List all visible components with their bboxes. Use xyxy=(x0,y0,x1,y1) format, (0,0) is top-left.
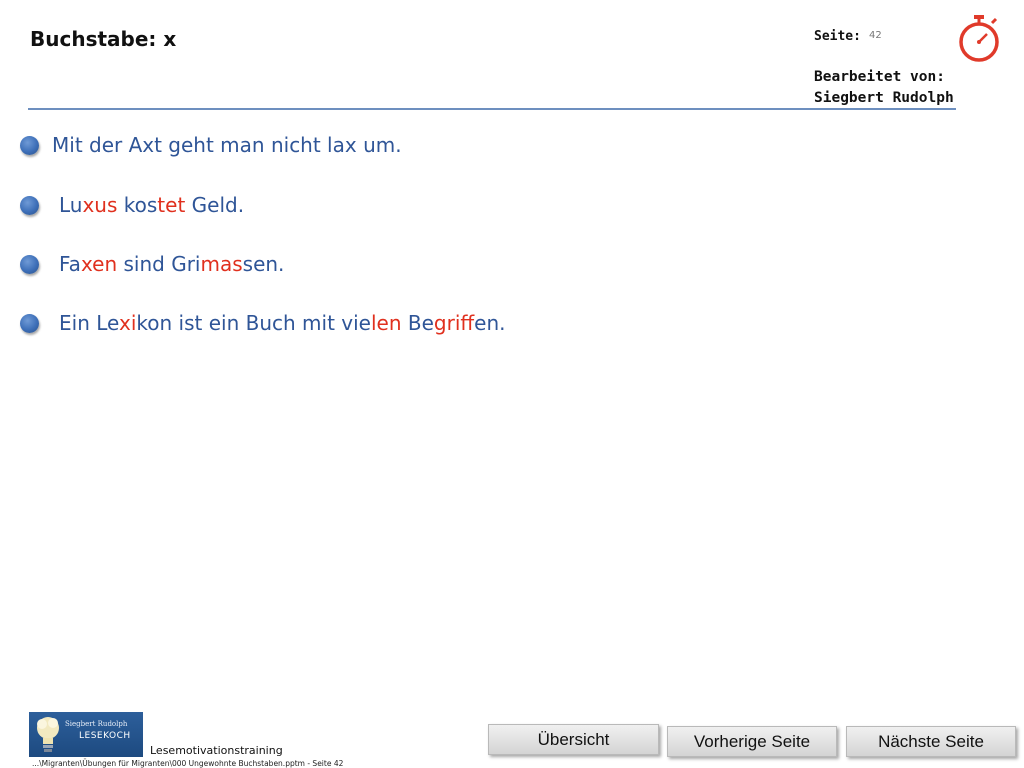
header-divider xyxy=(28,108,956,110)
sentence-text: sind Gri xyxy=(117,252,201,276)
highlighted-syllable: xi xyxy=(118,311,137,335)
sentence-text: Be xyxy=(401,311,434,335)
highlighted-syllable: xen xyxy=(80,252,118,276)
edited-by-label: Bearbeitet von: xyxy=(814,69,945,85)
page-number: 42 xyxy=(869,30,882,41)
sentence-3: Faxen sind Grimassen. xyxy=(59,252,284,276)
stopwatch-icon[interactable] xyxy=(956,14,1002,64)
overview-button[interactable]: Übersicht xyxy=(488,724,659,755)
previous-page-button[interactable]: Vorherige Seite xyxy=(667,726,837,757)
sentence-text: Geld. xyxy=(185,193,245,217)
file-path: ...\Migranten\Übungen für Migranten\000 … xyxy=(32,759,344,768)
list-item: Luxus kostet Geld. xyxy=(20,190,244,220)
sentence-text: kon ist ein Buch mit vie xyxy=(136,311,371,335)
blue-circle-bullet-icon xyxy=(20,313,39,333)
sentence-text: Lu xyxy=(59,193,83,217)
highlighted-syllable: len xyxy=(370,311,402,335)
list-item: Ein Lexikon ist ein Buch mit vielen Begr… xyxy=(20,308,506,338)
sentence-text: fen. xyxy=(474,311,506,335)
sentence-1: Mit der Axt geht man nicht lax um. xyxy=(52,133,402,157)
blue-circle-bullet-icon xyxy=(20,135,39,155)
highlighted-syllable: xus xyxy=(82,193,118,217)
lesekoch-logo: Siegbert Rudolph LESEKOCH xyxy=(29,712,143,757)
training-label: Lesemotivationstraining xyxy=(150,744,283,757)
sentence-text: Fa xyxy=(59,252,81,276)
blue-circle-bullet-icon xyxy=(20,254,39,274)
list-item: Mit der Axt geht man nicht lax um. xyxy=(20,130,402,160)
logo-name: LESEKOCH xyxy=(79,731,131,741)
page-label: Seite: xyxy=(814,29,861,44)
blue-circle-bullet-icon xyxy=(20,195,39,215)
sentence-text: sen. xyxy=(242,252,285,276)
highlighted-syllable: mas xyxy=(200,252,243,276)
edited-by: Bearbeitet von: Siegbert Rudolph xyxy=(814,67,954,109)
sentence-text: kos xyxy=(117,193,158,217)
sentence-4: Ein Lexikon ist ein Buch mit vielen Begr… xyxy=(59,311,506,335)
page-title: Buchstabe: x xyxy=(30,27,177,51)
highlighted-syllable: grif xyxy=(433,311,475,335)
list-item: Faxen sind Grimassen. xyxy=(20,249,284,279)
logo-author: Siegbert Rudolph xyxy=(65,720,128,728)
sentence-text: Ein Le xyxy=(59,311,119,335)
sentence-2: Luxus kostet Geld. xyxy=(59,193,244,217)
sentence-text: Mit der Axt geht man nicht lax um. xyxy=(52,133,402,157)
highlighted-syllable: tet xyxy=(157,193,186,217)
edited-by-name: Siegbert Rudolph xyxy=(814,90,954,106)
next-page-button[interactable]: Nächste Seite xyxy=(846,726,1016,757)
lightbulb-icon xyxy=(37,717,59,752)
